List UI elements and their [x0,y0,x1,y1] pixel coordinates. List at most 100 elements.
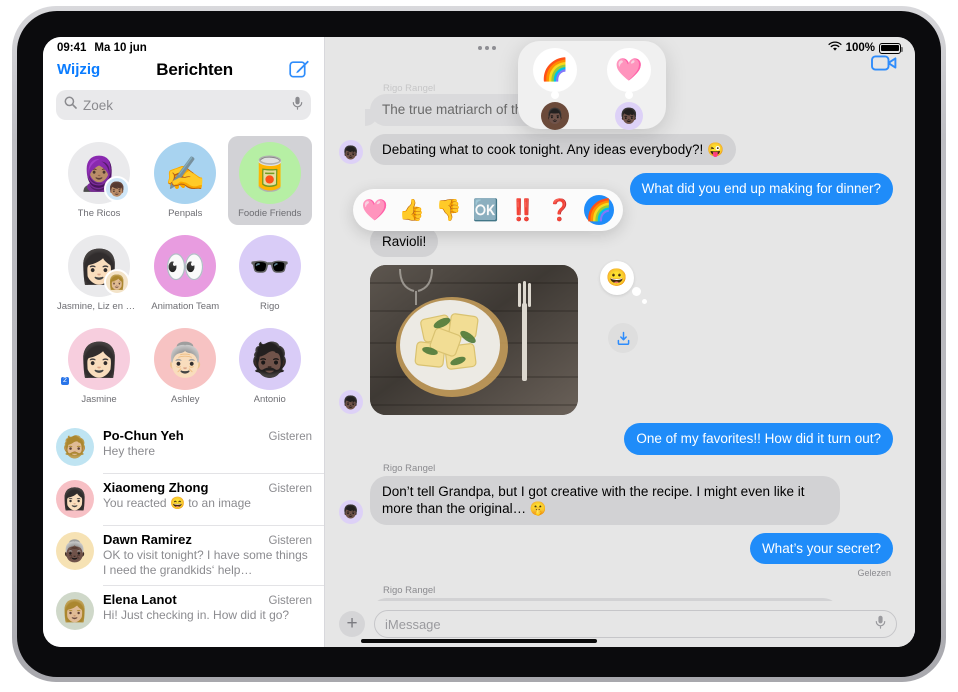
avatar: 👨🏿 [541,102,569,130]
pinned-conversation-label: Penpals [168,208,203,219]
reaction-emoji: 🌈 [533,48,577,92]
message-read-status: Gelezen [857,568,891,579]
pinned-conversation-3[interactable]: 👩🏻 👩🏼 Jasmine, Liz en Rigo [55,229,143,318]
imessage-placeholder: iMessage [385,616,441,632]
tapback-thumbs-up-icon[interactable]: 👍 [399,197,425,223]
tapback-question-icon[interactable]: ❓ [547,197,573,223]
avatar: 👦🏿 [615,102,643,130]
tapback-picker-bar[interactable]: 🩷 👍 👎 🆗 ‼️ ❓ 🌈 [353,189,623,231]
tapback-exclamation-icon[interactable]: ‼️ [510,197,536,223]
message-bubble[interactable]: What’s your secret? [749,532,899,565]
conversation-name: Dawn Ramirez [103,532,192,547]
imessage-input[interactable]: iMessage [374,610,897,638]
reaction-emoji: 🩷 [607,48,651,92]
conversation-preview: You reacted 😄 to an image [103,496,251,510]
message-bubble[interactable]: One of my favorites!! How did it turn ou… [624,423,898,455]
avatar: 🧔🏼 [56,428,94,466]
plate-of-ravioli-photo[interactable] [370,265,578,416]
pinned-conversation-2[interactable]: 🥫 Foodie Friends [227,136,312,225]
avatar: 👵🏻 [154,328,217,390]
list-item[interactable]: 👵🏿 Dawn Ramirez Gisteren OK to visit tonigh… [43,525,324,585]
ipad-bezel: 09:41 Ma 10 jun 100% Wijzig Berichten Zo… [17,11,941,677]
avatar: 👩🏻 [56,480,94,518]
reaction-summary-popup[interactable]: 🌈 👨🏿 🩷 👦🏿 [518,41,666,130]
list-item[interactable]: 🧔🏼 Po-Chun Yeh Gisteren Hey there [43,421,324,473]
tapback-rainbow-icon[interactable]: 🌈 [584,195,614,225]
avatar: 🧔🏿 [238,328,301,390]
conversation-timestamp: Gisteren [268,483,312,495]
video-camera-icon[interactable] [871,54,897,77]
avatar: ✍️ [154,142,217,204]
message-bubble[interactable]: Debating what to cook tonight. Any ideas… [365,133,736,166]
edit-button[interactable]: Wijzig [57,61,100,78]
tapback-heart-icon[interactable]: 🩷 [362,197,388,223]
home-indicator[interactable] [361,639,597,643]
message-row: 👦🏿 😀 [339,261,893,416]
avatar: 🥫 [238,142,301,204]
chat-pane: Rigo Rangel👦🏿The true matriarch of the g… [325,37,915,647]
page-title: Berichten [156,59,233,79]
avatar: 👦🏿 [339,140,363,165]
conversation-name: Xiaomeng Zhong [103,480,209,495]
pinned-conversation-label: Ashley [170,394,200,405]
conversation-timestamp: Gisteren [268,535,312,547]
compose-icon[interactable] [289,59,310,80]
search-icon [64,96,77,114]
avatar: 👩🏻 [68,328,130,390]
message-sender-name: Rigo Rangel [383,585,436,597]
pinned-conversation-5[interactable]: 🕶️ Rigo [228,229,313,318]
avatar: 👩🏻 👩🏼 [68,235,130,297]
avatar: 👦🏿 [339,390,363,415]
conversation-timestamp: Gisteren [268,431,312,443]
list-item[interactable]: 👩🏼 Elena Lanot Gisteren Hi! Just checking i… [43,585,324,637]
reaction-pink-heart[interactable]: 🩷 👦🏿 [603,48,655,130]
conversation-body: Elena Lanot Gisteren Hi! Just checking in.… [103,592,312,630]
microphone-icon[interactable] [292,96,303,115]
message-bubble[interactable]: What did you end up making for dinner? [629,173,899,205]
photo-message[interactable]: 😀 [370,261,647,416]
pinned-conversation-6[interactable]: 👩🏻 Jasmine [55,322,143,411]
ipad-device-frame: 09:41 Ma 10 jun 100% Wijzig Berichten Zo… [12,6,946,682]
pinned-conversation-8[interactable]: 🧔🏿 Antonio [228,322,313,411]
conversation-preview: Hi! Just checking in. How did it go? [103,608,290,623]
pinned-conversation-4[interactable]: 👀 Animation Team [143,229,228,318]
avatar: 👦🏿 [339,499,363,524]
message-row: One of my favorites!! How did it turn ou… [339,423,898,455]
avatar: 👀 [154,235,217,297]
pinned-conversation-7[interactable]: 👵🏻 Ashley [143,322,228,411]
avatar: 🧕🏽 👦🏽 [68,142,130,204]
conversation-preview: Hey there [103,444,156,458]
pinned-conversation-1[interactable]: ✍️ Penpals [143,136,228,225]
conversation-body: Dawn Ramirez Gisteren OK to visit tonight?… [103,532,312,578]
message-bubble[interactable]: Add garlic to the butter, and then stir … [370,598,840,601]
pinned-conversation-label: Foodie Friends [238,208,302,219]
save-download-icon[interactable] [608,323,638,354]
pinned-conversation-label: Jasmine, Liz en Rigo [57,301,141,312]
annotation-marker: 2 [61,377,69,385]
avatar-secondary: 👦🏽 [104,176,130,202]
reaction-rainbow[interactable]: 🌈 👨🏿 [529,48,581,130]
conversation-body: Xiaomeng Zhong Gisteren You reacted 😄 to a… [103,480,312,518]
emoji-sticker[interactable]: 😀 [600,261,647,305]
tapback-thumbs-down-icon[interactable]: 👎 [436,197,462,223]
conversation-body: Po-Chun Yeh Gisteren Hey there [103,428,312,466]
pinned-conversation-label: The Ricos [77,208,121,219]
pinned-conversation-label: Animation Team [151,301,220,312]
conversation-name: Po-Chun Yeh [103,428,184,443]
microphone-icon[interactable] [875,615,886,634]
conversation-preview: OK to visit tonight? I have some things … [103,548,308,578]
search-placeholder: Zoek [83,97,114,113]
conversation-timestamp: Gisteren [268,595,312,608]
message-bubble[interactable]: Don’t tell Grandpa, but I got creative w… [365,475,840,525]
tapback-haha-icon[interactable]: 🆗 [473,197,499,223]
list-item[interactable]: 👩🏻 Xiaomeng Zhong Gisteren You reacted 😄 to… [43,473,324,525]
pinned-conversation-label: Jasmine [81,394,117,405]
message-row: 👦🏿 Don’t tell Grandpa, but I got creative… [339,475,893,525]
pinned-conversation-0[interactable]: 🧕🏽 👦🏽 The Ricos [55,136,143,225]
pinned-conversation-label: Rigo [259,301,280,312]
conversation-name: Elena Lanot [103,592,177,608]
plus-icon[interactable]: + [339,611,365,637]
search-input[interactable]: Zoek [56,90,311,120]
conversation-top: Po-Chun Yeh Gisteren [103,428,312,443]
pinned-conversation-label: Antonio [253,394,286,405]
